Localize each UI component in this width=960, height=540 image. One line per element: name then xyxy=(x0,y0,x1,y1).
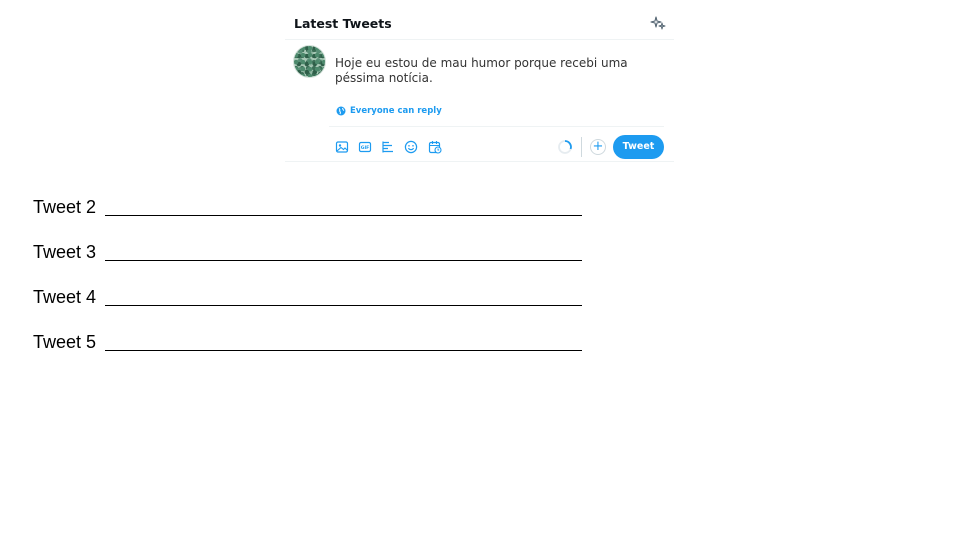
answer-blank[interactable] xyxy=(105,305,582,306)
progress-ring-icon xyxy=(557,139,573,155)
reply-setting-button[interactable]: Everyone can reply xyxy=(336,104,442,118)
schedule-icon[interactable] xyxy=(428,140,442,154)
image-icon[interactable] xyxy=(335,140,349,154)
sparkle-icon[interactable] xyxy=(650,15,666,31)
add-tweet-button[interactable]: + xyxy=(590,139,606,155)
avatar[interactable] xyxy=(293,45,326,78)
worksheet-line: Tweet 3 xyxy=(33,242,593,264)
tweet-composer-card: Latest Tweets Hoje eu estou de mau humor… xyxy=(285,6,674,162)
reply-setting-label: Everyone can reply xyxy=(350,106,442,116)
worksheet-label: Tweet 4 xyxy=(33,287,97,307)
answer-blank[interactable] xyxy=(105,260,582,261)
worksheet-line: Tweet 4 xyxy=(33,287,593,309)
poll-icon[interactable] xyxy=(381,140,395,154)
tweet-button[interactable]: Tweet xyxy=(613,135,664,159)
answer-blank[interactable] xyxy=(105,350,582,351)
tweet-textarea[interactable]: Hoje eu estou de mau humor porque recebi… xyxy=(335,56,635,86)
composer-header: Latest Tweets xyxy=(285,6,674,40)
divider xyxy=(329,126,664,127)
worksheet-line: Tweet 2 xyxy=(33,197,593,219)
toolbar-separator xyxy=(581,137,582,157)
worksheet-label: Tweet 2 xyxy=(33,197,97,217)
emoji-icon[interactable] xyxy=(404,140,418,154)
globe-icon xyxy=(336,106,346,116)
svg-text:GIF: GIF xyxy=(361,145,370,151)
page-title: Latest Tweets xyxy=(294,16,392,31)
worksheet-label: Tweet 5 xyxy=(33,332,97,352)
answer-blank[interactable] xyxy=(105,215,582,216)
worksheet-label: Tweet 3 xyxy=(33,242,97,262)
worksheet-line: Tweet 5 xyxy=(33,332,593,354)
gif-icon[interactable]: GIF xyxy=(358,140,372,154)
